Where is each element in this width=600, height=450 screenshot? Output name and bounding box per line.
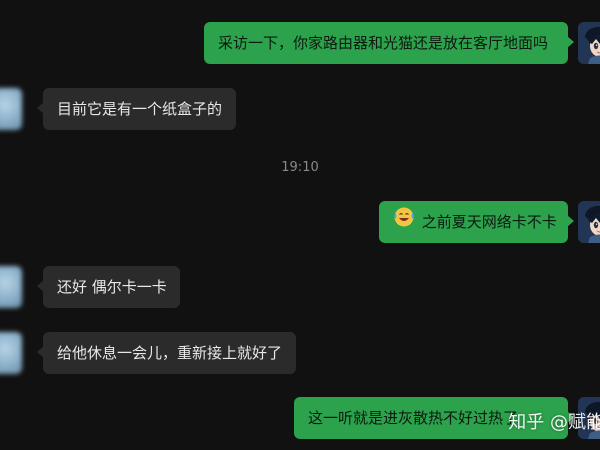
message-text: 给他休息一会儿，重新接上就好了 [57, 344, 283, 362]
other-avatar[interactable] [0, 88, 22, 130]
message-text: 采访一下，你家路由器和光猫还是放在客厅地面吗 [218, 34, 549, 52]
message-bubble-outgoing[interactable]: 之前夏天网络卡不卡 [379, 201, 574, 244]
message-bubble-incoming[interactable]: 还好 偶尔卡一卡 [37, 266, 180, 308]
timestamp: 19:10 [281, 160, 319, 175]
zhihu-watermark: 知乎 @赋能 [508, 412, 600, 433]
message-text: 这一听就是进灰散热不好过热了 [308, 409, 519, 427]
self-avatar[interactable] [578, 22, 600, 64]
message-bubble-outgoing[interactable]: 采访一下，你家路由器和光猫还是放在客厅地面吗 [204, 22, 574, 64]
self-avatar[interactable] [578, 201, 600, 243]
message-bubble-incoming[interactable]: 目前它是有一个纸盒子的 [37, 88, 236, 130]
anime-avatar-icon [578, 201, 600, 243]
chat-window: 采访一下，你家路由器和光猫还是放在客厅地面吗 目前它是有一个纸盒子的 19:10 [0, 0, 600, 450]
anime-avatar-icon [578, 22, 600, 64]
other-avatar[interactable] [0, 332, 22, 374]
message-text: 之前夏天网络卡不卡 [421, 213, 557, 231]
message-text: 还好 偶尔卡一卡 [57, 278, 167, 296]
other-avatar[interactable] [0, 266, 22, 308]
laughing-emoji-icon [393, 202, 415, 244]
message-text: 目前它是有一个纸盒子的 [57, 100, 223, 118]
message-bubble-incoming[interactable]: 给他休息一会儿，重新接上就好了 [37, 332, 296, 374]
